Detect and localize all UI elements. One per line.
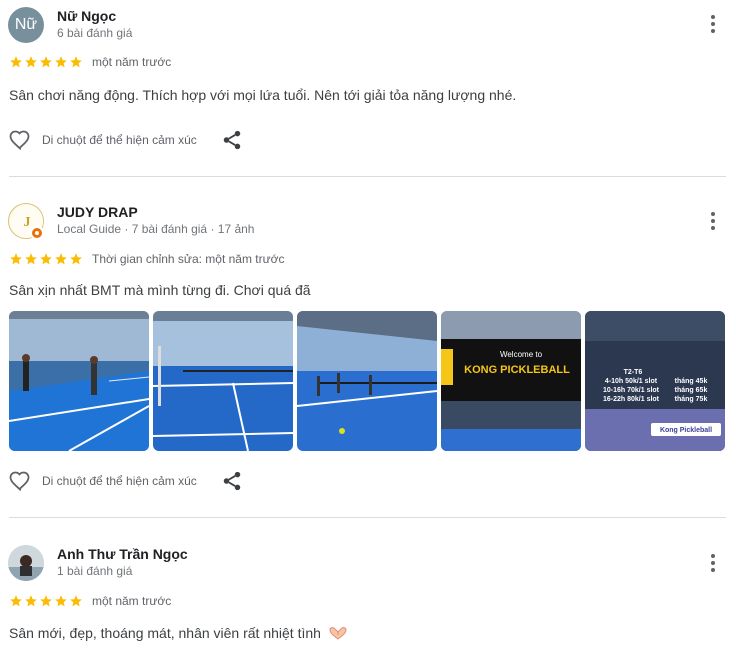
star-icon xyxy=(9,594,23,608)
star-icon xyxy=(54,55,68,69)
star-icon xyxy=(54,594,68,608)
review-text: Sân mới, đẹp, thoáng mát, nhân viên rất … xyxy=(9,625,321,641)
person-photo-icon xyxy=(8,545,44,581)
review-time: một năm trước xyxy=(92,55,172,69)
share-icon[interactable] xyxy=(221,129,243,151)
star-icon xyxy=(24,594,38,608)
star-icon xyxy=(24,252,38,266)
review-photos: Welcome to KONG PICKLEBALL T2-T6 4-10h 5… xyxy=(9,311,725,451)
price-line: 4-10h 50k/1 slot xyxy=(605,378,658,385)
month-line: tháng 45k xyxy=(675,378,708,385)
month-line: tháng 75k xyxy=(675,396,708,403)
review-photo[interactable] xyxy=(9,311,149,451)
banner-top-text: Welcome to xyxy=(500,350,543,359)
price-line: 10-16h 70k/1 slot xyxy=(603,387,660,394)
more-options-icon[interactable] xyxy=(704,552,722,574)
star-icon xyxy=(69,252,83,266)
review-text: Sân xịn nhất BMT mà mình từng đi. Chơi q… xyxy=(9,282,311,298)
review-actions: Di chuột để thể hiện cảm xúc xyxy=(8,128,243,152)
react-label[interactable]: Di chuột để thể hiện cảm xúc xyxy=(42,474,197,488)
review-photo[interactable]: Welcome to KONG PICKLEBALL xyxy=(441,311,581,451)
court-photo-icon xyxy=(153,311,293,451)
rating-row: Thời gian chỉnh sửa: một năm trước xyxy=(9,252,285,266)
review-time: Thời gian chỉnh sửa: một năm trước xyxy=(92,252,285,266)
divider xyxy=(9,517,726,518)
star-icon xyxy=(9,55,23,69)
avatar[interactable]: Nữ xyxy=(8,7,44,43)
reviewer-meta: Local Guide · 7 bài đánh giá · 17 ảnh xyxy=(57,222,255,236)
rating-row: một năm trước xyxy=(9,594,171,608)
star-icon xyxy=(69,594,83,608)
banner-main-text: KONG PICKLEBALL xyxy=(464,364,570,376)
review-text-row: Sân mới, đẹp, thoáng mát, nhân viên rất … xyxy=(9,625,347,641)
share-icon[interactable] xyxy=(221,470,243,492)
star-icon xyxy=(69,55,83,69)
react-label[interactable]: Di chuột để thể hiện cảm xúc xyxy=(42,133,197,147)
price-line: 16-22h 80k/1 slot xyxy=(603,396,660,403)
court-photo-icon xyxy=(297,311,437,451)
heart-icon[interactable] xyxy=(8,128,32,152)
price-photo-icon: T2-T6 4-10h 50k/1 slot 10-16h 70k/1 slot… xyxy=(585,311,725,451)
svg-text:J: J xyxy=(24,215,31,230)
court-photo-icon xyxy=(9,311,149,451)
avatar[interactable] xyxy=(8,545,44,581)
price-title: T2-T6 xyxy=(624,369,643,376)
heart-icon[interactable] xyxy=(8,469,32,493)
more-options-icon[interactable] xyxy=(704,13,722,35)
banner-photo-icon: Welcome to KONG PICKLEBALL xyxy=(441,311,581,451)
reviewer-name[interactable]: JUDY DRAP xyxy=(57,204,138,220)
brand-label: Kong Pickleball xyxy=(660,427,712,434)
star-icon xyxy=(39,55,53,69)
star-rating xyxy=(9,594,83,608)
month-line: tháng 65k xyxy=(675,387,708,394)
review-text: Sân chơi năng động. Thích hợp với mọi lứ… xyxy=(9,87,517,103)
star-rating xyxy=(9,55,83,69)
more-options-icon[interactable] xyxy=(704,210,722,232)
divider xyxy=(9,176,726,177)
star-icon xyxy=(54,252,68,266)
star-icon xyxy=(9,252,23,266)
review-photo[interactable] xyxy=(153,311,293,451)
reviewer-name[interactable]: Nữ Ngọc xyxy=(57,8,116,24)
review-card: Nữ Nữ Ngọc 6 bài đánh giá một năm trước … xyxy=(0,0,736,177)
local-guide-badge-icon xyxy=(30,226,44,240)
review-time: một năm trước xyxy=(92,594,172,608)
rating-row: một năm trước xyxy=(9,55,171,69)
heart-hands-icon xyxy=(329,627,347,640)
review-photo[interactable]: T2-T6 4-10h 50k/1 slot 10-16h 70k/1 slot… xyxy=(585,311,725,451)
review-photo[interactable] xyxy=(297,311,437,451)
star-icon xyxy=(39,252,53,266)
reviewer-name[interactable]: Anh Thư Trần Ngọc xyxy=(57,546,188,562)
review-actions: Di chuột để thể hiện cảm xúc xyxy=(8,469,243,493)
star-rating xyxy=(9,252,83,266)
reviewer-meta: 1 bài đánh giá xyxy=(57,564,133,578)
reviewer-meta: 6 bài đánh giá xyxy=(57,26,133,40)
star-icon xyxy=(24,55,38,69)
star-icon xyxy=(39,594,53,608)
